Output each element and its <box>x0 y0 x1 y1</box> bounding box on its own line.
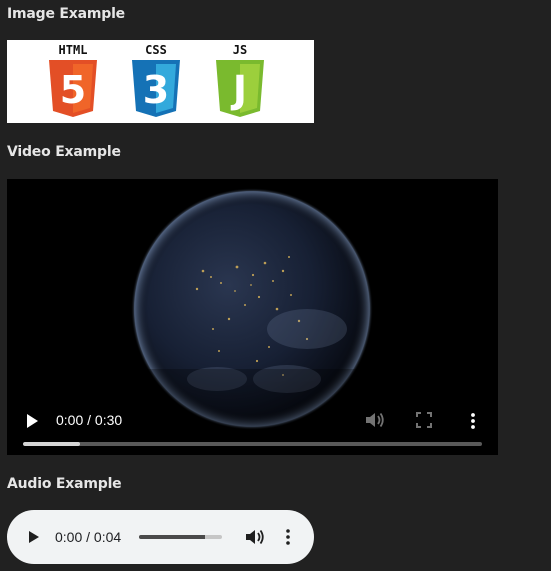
js-logo-label: JS <box>233 43 247 57</box>
html-logo-label: HTML <box>59 43 88 57</box>
image-example-heading: Image Example <box>7 6 125 22</box>
video-example-heading: Video Example <box>7 144 121 160</box>
audio-progress-bar[interactable] <box>139 535 222 539</box>
audio-example-heading: Audio Example <box>7 476 122 492</box>
fullscreen-icon[interactable] <box>416 412 432 428</box>
video-buffered-fill <box>23 442 81 446</box>
html5-logo-icon: HTML 5 <box>45 43 101 119</box>
audio-time-display: 0:00 / 0:04 <box>55 529 122 545</box>
volume-icon[interactable] <box>245 528 265 546</box>
play-icon[interactable] <box>28 530 40 544</box>
more-options-icon[interactable] <box>467 411 479 431</box>
css-logo-digit: 3 <box>143 68 169 112</box>
video-player[interactable]: 0:00 / 0:30 <box>7 179 498 455</box>
js-logo-digit: J <box>230 68 247 112</box>
logos-image: HTML 5 CSS 3 JS J <box>7 40 314 123</box>
css3-logo-icon: CSS 3 <box>128 43 184 119</box>
js-logo-icon: JS J <box>212 43 268 119</box>
css-logo-label: CSS <box>145 43 167 57</box>
html-logo-digit: 5 <box>60 68 86 112</box>
audio-progress-fill <box>139 535 206 539</box>
more-options-icon[interactable] <box>283 527 293 547</box>
volume-icon[interactable] <box>364 410 386 430</box>
play-icon[interactable] <box>25 413 39 429</box>
video-progress-bar[interactable] <box>23 442 482 446</box>
video-controls: 0:00 / 0:30 <box>7 393 498 455</box>
video-time-display: 0:00 / 0:30 <box>56 412 123 428</box>
audio-player[interactable]: 0:00 / 0:04 <box>7 510 314 564</box>
